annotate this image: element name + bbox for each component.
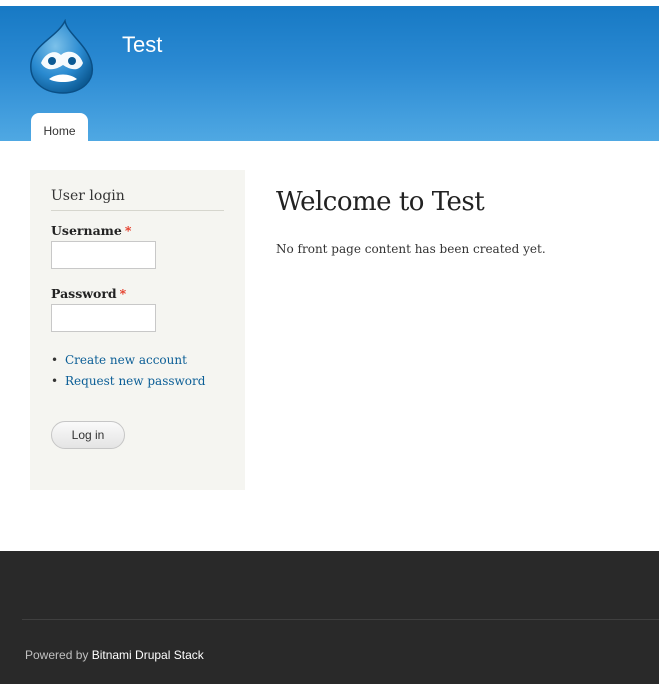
create-account-link[interactable]: Create new account [51, 350, 205, 371]
required-marker: * [124, 223, 132, 238]
front-page-message: No front page content has been created y… [276, 242, 546, 256]
site-header: Test Home [0, 6, 659, 147]
request-password-link[interactable]: Request new password [51, 371, 205, 392]
block-title: User login [51, 188, 224, 211]
required-marker: * [119, 286, 127, 301]
site-name[interactable]: Test [122, 32, 162, 58]
footer-divider [22, 619, 659, 620]
login-button[interactable]: Log in [51, 421, 125, 449]
drupal-logo-icon[interactable] [27, 19, 97, 95]
page-title: Welcome to Test [276, 187, 485, 217]
password-label-text: Password [51, 286, 117, 301]
site-footer: Powered by Bitnami Drupal Stack [0, 551, 659, 684]
password-label: Password * [51, 286, 126, 301]
tab-home[interactable]: Home [31, 113, 88, 147]
password-input[interactable] [51, 304, 156, 332]
bitnami-link[interactable]: Bitnami Drupal Stack [92, 648, 204, 662]
username-input[interactable] [51, 241, 156, 269]
login-links: Create new account Request new password [51, 350, 205, 392]
footer-prefix: Powered by [25, 648, 92, 662]
user-login-block: User login Username* Password* Create ne… [30, 170, 245, 490]
username-label: Username * [51, 223, 131, 238]
footer-credit: Powered by Bitnami Drupal Stack [25, 648, 204, 662]
username-label-text: Username [51, 223, 122, 238]
